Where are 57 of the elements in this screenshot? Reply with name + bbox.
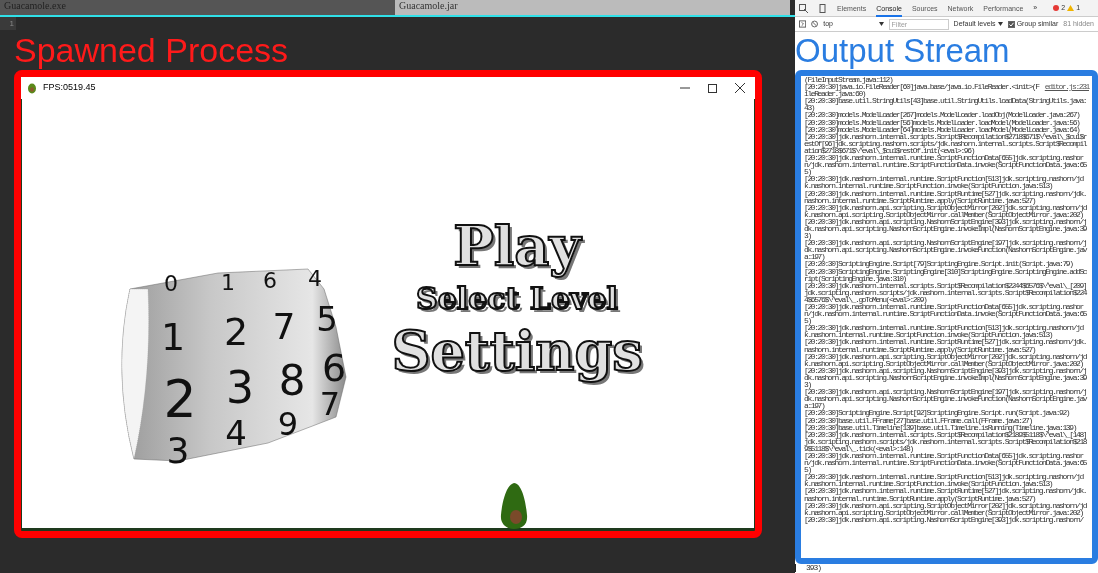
log-line: [20:20:30]jdk.nashorn.internal.runtime.ScriptRuntime[527]jdk.scripting.nashorn/jdk.nashorn.internal.runtime.ScriptRuntime.apply(ScriptRuntime.java:527) bbox=[804, 338, 1088, 353]
drum-digit: 1 bbox=[160, 315, 186, 359]
drum-digit: 4 bbox=[308, 267, 322, 291]
device-icon[interactable] bbox=[818, 3, 827, 13]
log-line: [20:20:30]base.util.StringUtils[43]base.util.StringUtils.loadData(StringUtils.java:43) bbox=[804, 97, 1088, 112]
close-icon[interactable] bbox=[735, 83, 745, 93]
menu-option[interactable]: Select Level bbox=[416, 280, 618, 317]
log-line: [20:20:30]jdk.nashorn.api.scripting.NashornScriptEngine[197]jdk.scripting.nashorn/jdk.nashorn.api.scripting.NashornScriptEngine.invokeFunction(NashornScriptEngine.java:197) bbox=[804, 388, 1088, 410]
drum-digit: 3 bbox=[166, 430, 190, 467]
log-line: [20:20:30]jdk.nashorn.internal.runtime.ScriptFunctionData[655]jdk.scripting.nashorn/jdk.nashorn.internal.runtime.ScriptFunctionData.invoke(ScriptFunctionData.java:655) bbox=[804, 154, 1088, 176]
drum-digit: 8 bbox=[278, 356, 306, 405]
log-line: [20:20:30]models.ModelLoader[56]models.ModelLoader.loadModel(ModelLoader.java:56) bbox=[804, 118, 1081, 126]
caret-icon bbox=[878, 22, 884, 26]
log-line: [20:20:30]jdk.nashorn.internal.scripts.Script$Recompilation$2718$671$\^eval\_$cu1$restOf[96]jdk.scripting.nashorn.scripts/jdk.nashorn.internal.scripts.Script$Recompilation$2718$671$\^eval\_$cu1$restOf.init(<eval>:96) bbox=[804, 132, 1088, 155]
avocado-icon bbox=[27, 82, 37, 94]
drum-digit: 9 bbox=[277, 405, 299, 443]
clear-icon[interactable] bbox=[811, 20, 819, 28]
drum-digit: 3 bbox=[226, 362, 254, 413]
log-line: [20:20:30]jdk.nashorn.internal.scripts.Script$Recompilation$2189$5118$\^eval\_[148]jdk.scripting.nashorn.scripts/jdk.nashorn.internal.scripts.Script$Recompilation$2189$5118$\^eval\_.tick(<eval>:148) bbox=[804, 430, 1088, 452]
drum-digit: 2 bbox=[223, 310, 249, 354]
log-line: [20:20:30]java.io.FileReader[60]java.base/java.io.FileReader.<init>(FileReader.java:60) bbox=[804, 83, 1040, 98]
log-line: [20:20:30]jdk.nashorn.internal.runtime.ScriptRuntime[527]jdk.scripting.nashorn/jdk.nashorn.internal.runtime.ScriptRuntime.apply(ScriptRuntime.java:527) bbox=[804, 487, 1088, 502]
caret-icon bbox=[997, 22, 1003, 26]
drum-digit: 2 bbox=[163, 369, 197, 429]
error-icon bbox=[1053, 5, 1060, 11]
log-line: [20:20:30]base.util.FFrame[27]base.util.FFrame.call(FFrame.java:27) bbox=[804, 416, 1032, 424]
log-line: [20:20:30]jdk.nashorn.internal.runtime.ScriptFunction[513]jdk.scripting.nashorn/jdk.nashorn.internal.runtime.ScriptFunction.invoke(ScriptFunction.java:513) bbox=[804, 324, 1084, 339]
source-link[interactable]: editor.js:231 bbox=[1044, 83, 1089, 98]
log-line: [20:20:30]ScriptingEngine.Script[92]ScriptingEngine.Script.run(Script.java:92) bbox=[804, 409, 1071, 417]
section-label: Output Stream bbox=[795, 33, 1010, 69]
warning-icon bbox=[1067, 5, 1075, 11]
log-line: [20:20:30]models.ModelLoader[267]models.ModelLoader.loadObj(ModelLoader.java:267) bbox=[804, 111, 1081, 119]
log-line: [20:20:30]ScriptingEngine.ScriptingEngine[310]ScriptingEngine.ScriptingEngine.addScript(ScriptingEngine.java:310) bbox=[804, 267, 1088, 282]
section-label: Spawned Process bbox=[14, 32, 289, 68]
log-line: [20:20:30]jdk.nashorn.internal.scripts.Script$Recompilation$2244$6576$\^eval\_[209]jdk.scripting.nashorn.scripts/jdk.nashorn.internal.scripts.Script$Recompilation$2244$6576$\^eval\_.goToMenu(<eval>:209) bbox=[804, 281, 1088, 303]
log-line: [20:20:30]ScriptingEngine.Script[79]ScriptingEngine.Script.init(Script.java:79) bbox=[804, 260, 1074, 268]
window-title: FPS:0519.45 bbox=[43, 81, 97, 95]
log-line: (FileInputStream.java:112) bbox=[804, 76, 894, 84]
log-line: [20:20:30]jdk.nashorn.internal.runtime.ScriptFunction[513]jdk.scripting.nashorn/jdk.nashorn.internal.runtime.ScriptFunction.invoke(ScriptFunction.java:513) bbox=[804, 473, 1084, 488]
sidebar-icon[interactable] bbox=[799, 20, 807, 28]
maximize-icon[interactable] bbox=[708, 83, 717, 93]
inspect-icon[interactable] bbox=[799, 3, 808, 13]
drum-digit: 1 bbox=[221, 270, 235, 295]
avocado-icon bbox=[498, 481, 530, 529]
drum-digit: 5 bbox=[316, 299, 338, 339]
log-line: 393) bbox=[806, 564, 822, 572]
log-line: [20:20:30]jdk.nashorn.internal.runtime.ScriptFunctionData[655]jdk.scripting.nashorn/jdk.nashorn.internal.runtime.ScriptFunctionData.invoke(ScriptFunctionData.java:655) bbox=[804, 303, 1088, 325]
editor-tab[interactable]: Guacamole.jar bbox=[395, 0, 790, 15]
log-line: [20:20:30]jdk.nashorn.api.scripting.NashornScriptEngine[197]jdk.scripting.nashorn/jdk.nashorn.api.scripting.NashornScriptEngine.invokeFunction(NashornScriptEngine.java:197) bbox=[804, 239, 1088, 261]
drum-digit: 4 bbox=[225, 413, 247, 453]
drum-digit: 6 bbox=[263, 268, 277, 293]
log-line: [20:20:30]jdk.nashorn.internal.runtime.ScriptRuntime[527]jdk.scripting.nashorn/jdk.nashorn.internal.runtime.ScriptRuntime.apply(ScriptRuntime.java:527) bbox=[804, 189, 1088, 204]
drum-digit: 0 bbox=[164, 271, 178, 296]
log-line: [20:20:30]jdk.nashorn.internal.runtime.ScriptFunction[513]jdk.scripting.nashorn/jdk.nashorn.internal.runtime.ScriptFunction.invoke(ScriptFunction.java:513) bbox=[804, 175, 1085, 190]
checkbox[interactable] bbox=[1007, 20, 1015, 28]
line-number: 1 bbox=[0, 17, 16, 30]
drum-digit: 7 bbox=[272, 306, 296, 347]
